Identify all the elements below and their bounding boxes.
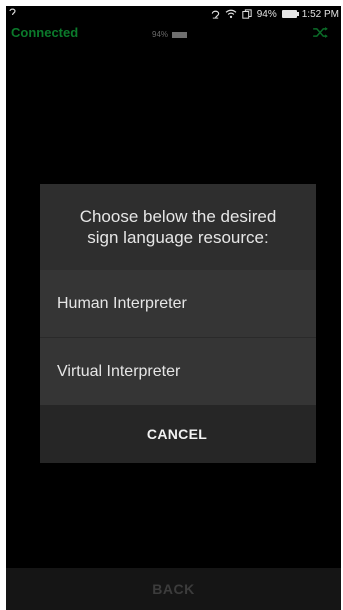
device-battery: 94% (152, 30, 188, 39)
dialog-title: Choose below the desired sign language r… (40, 184, 316, 270)
option-virtual-interpreter[interactable]: Virtual Interpreter (40, 338, 316, 405)
hearing-aid-icon (211, 10, 219, 19)
device-battery-icon (172, 31, 188, 38)
option-human-interpreter[interactable]: Human Interpreter (40, 270, 316, 337)
sign-language-dialog: Choose below the desired sign language r… (40, 184, 316, 463)
copy-icon (242, 9, 252, 19)
cancel-button[interactable]: CANCEL (40, 405, 316, 463)
app-header: Connected 94% (6, 22, 341, 44)
app-screen: 94% 1:52 PM Connected 94% Choose below t… (6, 6, 341, 610)
clock: 1:52 PM (301, 8, 339, 20)
dialog-footer: CANCEL (40, 405, 316, 463)
dialog-title-line-2: sign language resource: (87, 228, 269, 247)
connection-status: Connected (11, 25, 79, 40)
option-label: Human Interpreter (57, 294, 187, 312)
hearing-aid-icon (9, 8, 16, 16)
dialog-title-line-1: Choose below the desired (79, 207, 277, 226)
back-bar: BACK (6, 568, 341, 610)
device-battery-percent: 94% (152, 30, 169, 39)
wifi-icon (225, 9, 237, 19)
status-icons: 94% 1:52 PM (211, 7, 339, 21)
battery-icon (281, 10, 299, 18)
battery-percent: 94% (256, 8, 277, 20)
back-button[interactable]: BACK (6, 568, 341, 610)
shuffle-icon[interactable] (312, 27, 329, 38)
status-bar: 94% 1:52 PM (6, 6, 341, 22)
option-label: Virtual Interpreter (57, 362, 181, 380)
